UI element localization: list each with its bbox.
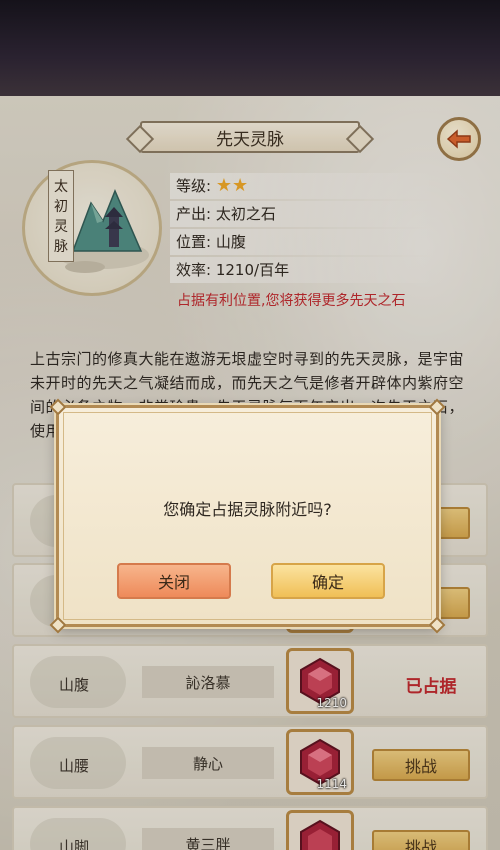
close-button[interactable]: 关闭 <box>117 563 231 599</box>
confirm-button[interactable]: 确定 <box>271 563 385 599</box>
dialog-question: 您确定占据灵脉附近吗? <box>163 500 332 519</box>
confirm-dialog: 您确定占据灵脉附近吗? 关闭 确定 <box>49 398 446 634</box>
top-status-area <box>0 0 500 96</box>
